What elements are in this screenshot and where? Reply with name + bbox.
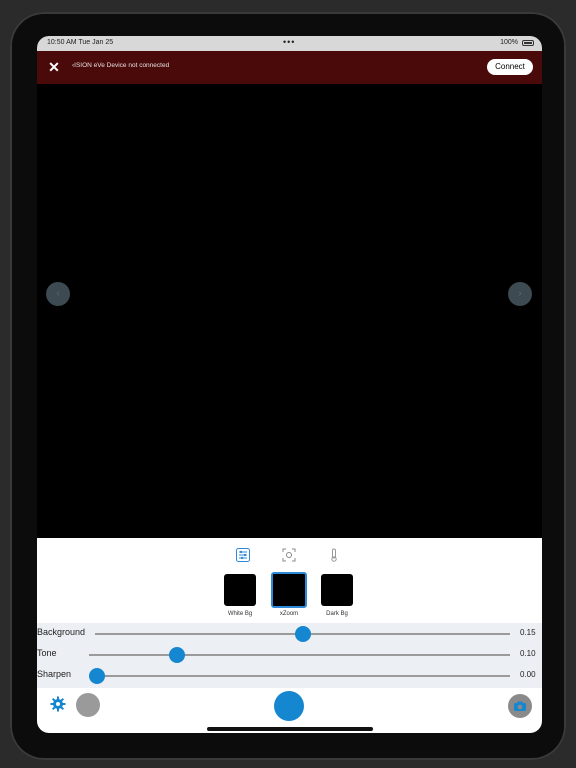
- mode-toggle-button[interactable]: [76, 693, 100, 717]
- slider-value-sharpen: 0.00: [520, 670, 536, 679]
- chevron-right-icon[interactable]: ›: [508, 282, 532, 306]
- preset-label: xZoom: [279, 611, 299, 617]
- preset-label: White Bg: [227, 611, 253, 617]
- gear-icon[interactable]: [50, 696, 66, 712]
- slider-label-tone: Tone: [37, 648, 57, 658]
- tone-slider-track[interactable]: [89, 654, 510, 656]
- slider-label-sharpen: Sharpen: [37, 669, 72, 679]
- slider-value-tone: 0.10: [520, 649, 536, 658]
- chevron-left-icon[interactable]: ‹: [46, 282, 70, 306]
- capture-button[interactable]: [274, 691, 304, 721]
- slider-label-background: Background: [37, 627, 86, 637]
- thermometer-icon[interactable]: [327, 548, 341, 562]
- battery-icon: [522, 40, 534, 46]
- preset-xzoom[interactable]: [271, 572, 307, 608]
- background-slider-thumb[interactable]: [294, 626, 311, 642]
- sliders-icon[interactable]: [236, 548, 250, 562]
- battery-percent: 100%: [500, 39, 518, 46]
- sharpen-slider-thumb[interactable]: [89, 668, 105, 684]
- tone-slider-thumb[interactable]: [169, 647, 186, 663]
- multitask-dots[interactable]: •••: [283, 37, 295, 47]
- banner-message: ‹ISION eVe Device not connected: [72, 62, 170, 69]
- status-time-date: 10:50 AM Tue Jan 25: [47, 39, 114, 46]
- adjustment-sliders: Background 0.15 Tone 0.10 Sharpen 0.00: [37, 623, 542, 688]
- preset-white-bg[interactable]: [224, 574, 256, 606]
- close-icon[interactable]: ✕: [46, 58, 62, 76]
- connect-button[interactable]: Connect: [487, 59, 533, 75]
- slider-value-background: 0.15: [520, 628, 536, 637]
- sharpen-slider-track[interactable]: [97, 675, 510, 677]
- focus-icon[interactable]: [282, 548, 296, 562]
- camera-button[interactable]: [508, 694, 532, 718]
- control-panel: White Bg xZoom Dark Bg Background 0.15 T…: [37, 538, 542, 733]
- status-bar: 10:50 AM Tue Jan 25 ••• 100%: [37, 36, 542, 51]
- preset-label: Dark Bg: [326, 611, 348, 617]
- preset-dark-bg[interactable]: [321, 574, 353, 606]
- app-screen: 10:50 AM Tue Jan 25 ••• 100% ✕ ‹ISION eV…: [37, 36, 542, 733]
- connection-banner: ✕ ‹ISION eVe Device not connected Connec…: [37, 51, 542, 84]
- camera-icon: [514, 701, 526, 711]
- home-indicator: [207, 727, 373, 731]
